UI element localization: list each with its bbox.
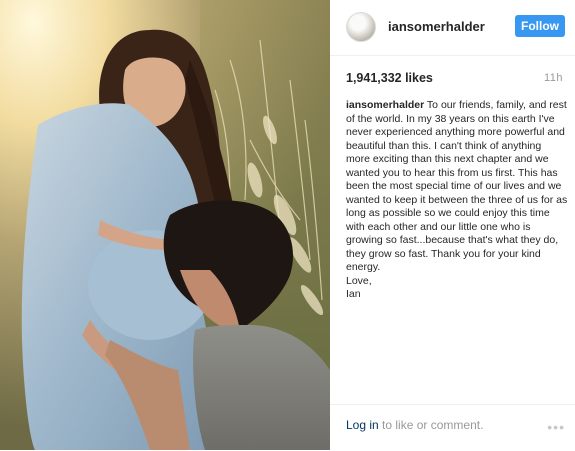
login-prompt: Log in to like or comment. <box>346 418 483 432</box>
header-username[interactable]: iansomerhalder <box>388 19 485 34</box>
instagram-post: iansomerhalder Follow 1,941,332 likes 11… <box>0 0 575 450</box>
comment-footer: Log in to like or comment. ••• <box>330 404 575 451</box>
login-link[interactable]: Log in <box>346 418 379 432</box>
likes-count[interactable]: 1,941,332 likes <box>346 71 433 85</box>
post-header: iansomerhalder Follow <box>330 0 575 56</box>
post-photo[interactable] <box>0 0 330 450</box>
caption-username[interactable]: iansomerhalder <box>346 99 424 111</box>
more-options-icon[interactable]: ••• <box>547 419 565 435</box>
avatar[interactable] <box>346 12 376 42</box>
caption-text: To our friends, family, and rest of the … <box>346 99 568 300</box>
login-prompt-text: to like or comment. <box>378 418 484 432</box>
pregnancy-photo-illustration <box>0 0 330 450</box>
post-caption: iansomerhalder To our friends, family, a… <box>346 99 568 302</box>
follow-button[interactable]: Follow <box>515 15 565 37</box>
post-sidebar: iansomerhalder Follow 1,941,332 likes 11… <box>330 0 575 450</box>
post-timestamp[interactable]: 11h <box>544 72 563 84</box>
